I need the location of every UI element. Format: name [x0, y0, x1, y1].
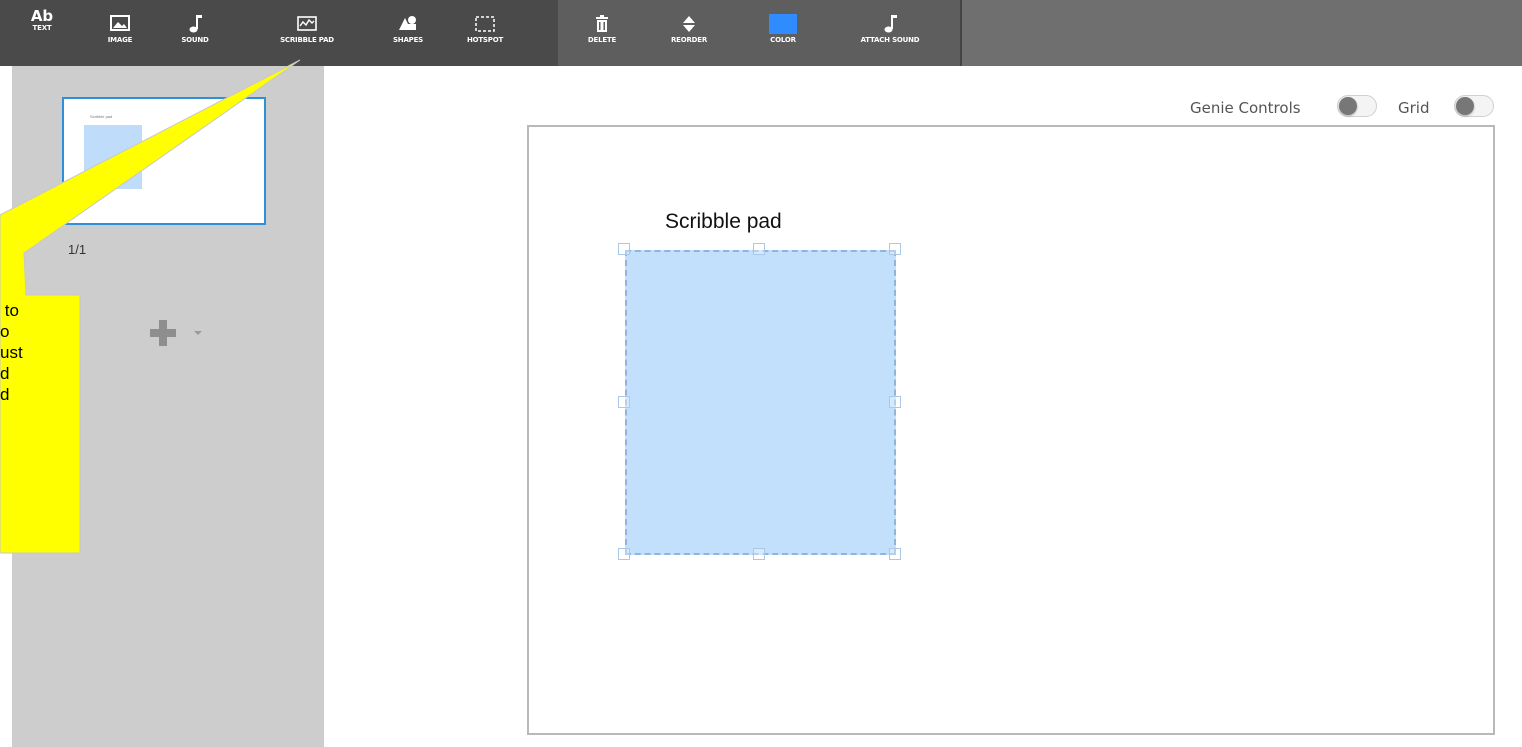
thumbnail-scribble-pad [84, 125, 142, 189]
music-note-icon [175, 14, 215, 34]
resize-handle-left[interactable] [618, 396, 630, 408]
delete-tool-button[interactable]: DELETE [582, 6, 622, 62]
attach-sound-tool-label: ATTACH SOUND [860, 36, 920, 44]
scribble-pad-tool-label: SCRIBBLE PAD [280, 36, 334, 44]
scribble-pad[interactable] [625, 250, 896, 555]
toggle-knob [1339, 97, 1357, 115]
callout-text: to o ust d d [0, 301, 23, 404]
delete-tool-label: DELETE [587, 36, 617, 44]
thumbnail-title: Scribble pad [90, 114, 113, 119]
resize-handle-bottom-right[interactable] [889, 548, 901, 560]
scribble-pad-title[interactable]: Scribble pad [665, 210, 782, 234]
toolbar: Ab TEXT IMAGE SOUND SCRIBBLE PAD SHAPES … [0, 0, 1522, 66]
text-icon: Ab [30, 7, 54, 25]
toolbar-divider [960, 0, 962, 66]
resize-handle-top-left[interactable] [618, 243, 630, 255]
image-icon [100, 14, 140, 34]
shapes-icon [388, 14, 428, 34]
view-controls: Genie Controls Grid [1185, 95, 1505, 119]
resize-handle-right[interactable] [889, 396, 901, 408]
hotspot-tool-button[interactable]: HOTSPOT [463, 6, 507, 62]
toggle-knob [1456, 97, 1474, 115]
resize-handle-bottom-left[interactable] [618, 548, 630, 560]
reorder-icon [669, 14, 709, 34]
image-tool-button[interactable]: IMAGE [100, 6, 140, 62]
text-tool-label: TEXT [32, 24, 52, 32]
grid-toggle[interactable] [1454, 95, 1494, 117]
music-note-icon [870, 14, 910, 34]
plus-icon-vertical [159, 320, 167, 346]
chevron-down-icon[interactable] [194, 331, 202, 335]
page-indicator: 1/1 [68, 242, 87, 257]
shapes-tool-label: SHAPES [392, 36, 424, 44]
hotspot-tool-label: HOTSPOT [466, 36, 504, 44]
image-tool-label: IMAGE [107, 36, 133, 44]
reorder-tool-button[interactable]: REORDER [666, 6, 712, 62]
grid-label: Grid [1398, 99, 1430, 117]
reorder-tool-label: REORDER [670, 36, 708, 44]
scribble-pad-tool-button[interactable]: SCRIBBLE PAD [270, 6, 344, 62]
attach-sound-tool-button[interactable]: ATTACH SOUND [850, 6, 930, 62]
sound-tool-button[interactable]: SOUND [175, 6, 215, 62]
sound-tool-label: SOUND [181, 36, 209, 44]
page-thumbnail[interactable]: Scribble pad [62, 97, 266, 225]
resize-handle-top[interactable] [753, 243, 765, 255]
shapes-tool-button[interactable]: SHAPES [388, 6, 428, 62]
genie-controls-toggle[interactable] [1337, 95, 1377, 117]
genie-controls-label: Genie Controls [1190, 99, 1301, 117]
color-swatch-icon [763, 14, 803, 34]
color-tool-button[interactable]: COLOR [761, 6, 805, 62]
text-tool-button[interactable]: Ab TEXT [22, 6, 62, 62]
resize-handle-top-right[interactable] [889, 243, 901, 255]
trash-icon [582, 14, 622, 34]
scribble-pad-icon [287, 14, 327, 34]
add-page-button[interactable] [150, 316, 220, 352]
resize-handle-bottom[interactable] [753, 548, 765, 560]
color-tool-label: COLOR [770, 36, 796, 44]
hotspot-icon [465, 14, 505, 34]
